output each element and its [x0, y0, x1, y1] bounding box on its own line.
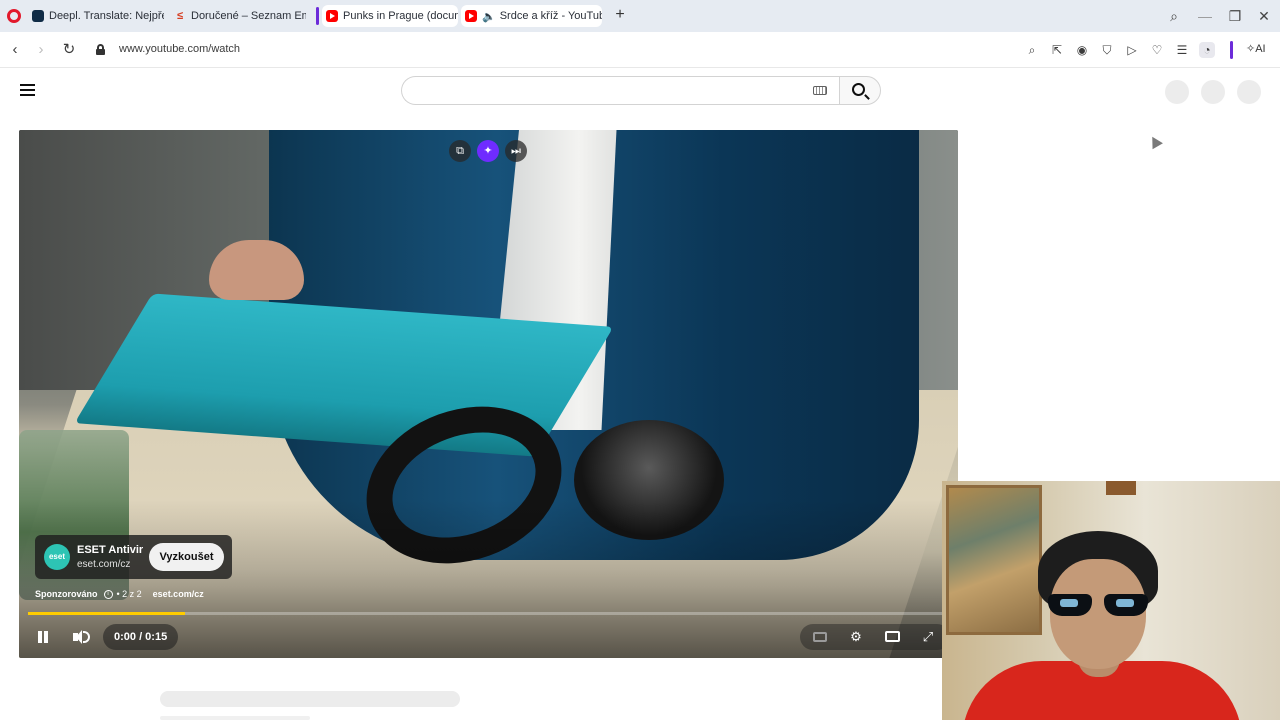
webcam-overlay: [942, 481, 1280, 720]
mouse-cursor-icon: [1147, 133, 1163, 150]
tab-title: Doručené – Seznam Email: [191, 10, 306, 22]
easy-setup-icon[interactable]: ☰: [1174, 42, 1190, 58]
url-field[interactable]: www.youtube.com/watch: [119, 43, 240, 55]
search-input[interactable]: [401, 76, 839, 105]
toolbar-divider: [1230, 41, 1233, 59]
notifications-button-placeholder[interactable]: [1201, 80, 1225, 104]
seznam-icon: ≤: [176, 10, 184, 22]
deepl-icon: [32, 10, 44, 22]
time-display: 0:00 / 0:15: [103, 624, 179, 650]
shield-icon[interactable]: ⛉: [1099, 42, 1115, 58]
tab-title: Deepl. Translate: Nejpřesn: [49, 10, 164, 22]
sponsored-label: Sponzorováno: [35, 589, 98, 599]
theater-mode-icon[interactable]: [882, 627, 902, 647]
profile-icon[interactable]: ◔: [1199, 42, 1215, 58]
fullscreen-icon[interactable]: ⤢: [918, 627, 938, 647]
pause-button[interactable]: [36, 627, 50, 647]
camera-icon[interactable]: ◉: [1074, 42, 1090, 58]
tab-island-divider: [316, 7, 319, 25]
aria-ai-button[interactable]: ✧AI: [1246, 42, 1266, 55]
popout-icon[interactable]: ⧉: [449, 140, 471, 162]
address-bar-row: ‹ › ↻ www.youtube.com/watch ⌕ ⇱ ◉ ⛉ ▷ ♡ …: [0, 32, 1280, 68]
video-player[interactable]: ⧉ ✦ ⏭ eset ESET Antivir eset.com/cz Vyzk…: [19, 130, 958, 658]
tab-seznam-email[interactable]: ≤ Doručené – Seznam Email: [170, 5, 306, 27]
restore-button[interactable]: ❐: [1226, 7, 1244, 25]
video-frame-hand: [209, 240, 304, 300]
volume-button[interactable]: [71, 627, 91, 647]
opera-menu-icon[interactable]: [7, 9, 21, 23]
wall-painting: [946, 485, 1042, 635]
create-button-placeholder[interactable]: [1165, 80, 1189, 104]
tab-title: Punks in Prague (documer: [343, 10, 458, 22]
keyboard-icon[interactable]: [813, 86, 827, 95]
find-icon[interactable]: ⌕: [1024, 42, 1040, 58]
tab-deepl[interactable]: Deepl. Translate: Nejpřesn: [28, 5, 164, 27]
settings-icon[interactable]: ⚙: [846, 627, 866, 647]
eset-logo: eset: [44, 544, 70, 570]
youtube-icon: [465, 10, 477, 22]
play-icon[interactable]: ▷: [1124, 42, 1140, 58]
subtitles-icon[interactable]: [810, 627, 830, 647]
forward-button[interactable]: ›: [32, 41, 50, 59]
reload-button[interactable]: ↻: [60, 41, 78, 59]
avatar-placeholder[interactable]: [1237, 80, 1261, 104]
tab-search-icon[interactable]: ⌕: [1165, 7, 1183, 25]
heart-icon[interactable]: ♡: [1149, 42, 1165, 58]
ad-domain: eset.com/cz: [77, 559, 131, 570]
youtube-icon: [326, 10, 338, 22]
ad-title: ESET Antivir: [77, 544, 144, 556]
sunglasses: [1046, 594, 1150, 618]
close-button[interactable]: ✕: [1255, 7, 1273, 25]
screen: Deepl. Translate: Nejpřesn ≤ Doručené – …: [0, 0, 1280, 720]
minimize-button[interactable]: —: [1196, 7, 1214, 25]
ad-sponsor-row: Sponzorováno i • 2 z 2 eset.com/cz: [35, 589, 204, 599]
title-skeleton: [160, 691, 460, 707]
speaker-icon[interactable]: 🔈: [482, 10, 496, 23]
speaker-icon: [73, 630, 82, 644]
ai-sparkle-icon[interactable]: ✦: [477, 140, 499, 162]
progress-bar[interactable]: [28, 612, 949, 615]
browser-tab-strip: Deepl. Translate: Nejpřesn ≤ Doručené – …: [0, 0, 1280, 32]
picture-frame: [1106, 481, 1136, 495]
tab-title: Srdce a kříž - YouTube: [499, 10, 602, 22]
lock-icon[interactable]: [96, 44, 105, 55]
new-tab-button[interactable]: +: [612, 7, 628, 23]
share-icon[interactable]: ⇱: [1049, 42, 1065, 58]
ad-card[interactable]: eset ESET Antivir eset.com/cz Vyzkoušet: [35, 535, 232, 579]
tab-punks-in-prague[interactable]: Punks in Prague (documer: [322, 5, 458, 27]
skip-icon[interactable]: ⏭: [505, 140, 527, 162]
ai-label: AI: [1255, 43, 1266, 55]
sponsor-link[interactable]: eset.com/cz: [153, 589, 204, 599]
tab-srdce-a-kriz[interactable]: 🔈 Srdce a kříž - YouTube: [461, 5, 602, 27]
back-button[interactable]: ‹: [6, 41, 24, 59]
video-popout-toolbar: ⧉ ✦ ⏭: [449, 140, 527, 162]
ad-cta-button[interactable]: Vyzkoušet: [149, 543, 224, 571]
progress-fill: [28, 612, 185, 615]
right-controls: ⚙ ⤢: [800, 624, 950, 650]
info-icon[interactable]: i: [103, 589, 113, 599]
ad-count: • 2 z 2: [116, 589, 142, 599]
meta-skeleton: [160, 716, 310, 720]
search-button[interactable]: [839, 76, 881, 105]
search-icon: [852, 83, 865, 96]
guide-menu-icon[interactable]: [20, 84, 35, 96]
